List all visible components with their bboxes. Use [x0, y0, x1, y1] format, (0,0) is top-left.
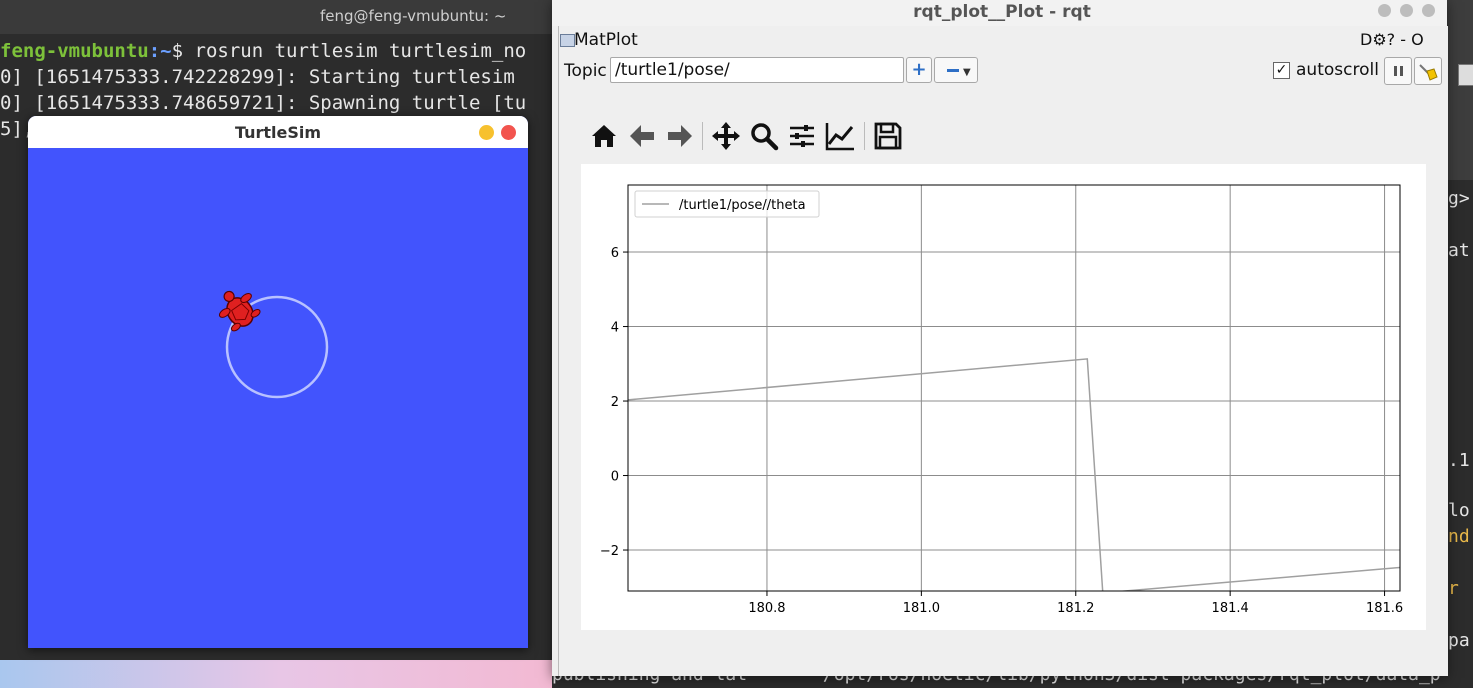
terminal-fragment: pa [1448, 630, 1470, 651]
terminal-titlebar[interactable]: feng@feng-vmubuntu: ~ [0, 0, 560, 34]
prompt-path: :~ [148, 40, 172, 62]
terminal-fragment: nd [1448, 526, 1470, 547]
line-chart: 180.8 181.0 181.2 181.4 181.6 −2 0 2 4 6/turtle1/… [600, 184, 1403, 616]
turtlesim-title: TurtleSim [234, 123, 322, 142]
pause-icon [1394, 66, 1397, 76]
extra-button[interactable] [1458, 64, 1473, 86]
back-arrow-icon[interactable] [626, 120, 658, 152]
legend-label: /turtle1/pose//theta [679, 198, 806, 213]
prompt-user: feng-vmubuntu [0, 40, 149, 62]
plugin-title: MatPlot [574, 30, 638, 50]
save-icon[interactable] [872, 120, 904, 152]
maximize-button[interactable] [1400, 4, 1413, 17]
terminal-command: rosrun turtlesim turtlesim_no [194, 40, 527, 62]
topic-label: Topic [564, 61, 607, 81]
close-button[interactable] [501, 125, 516, 140]
axes-frame [627, 184, 1401, 592]
broom-icon [1419, 64, 1438, 81]
turtlesim-canvas [218, 290, 329, 399]
autoscroll-checkbox[interactable]: ✓ [1273, 62, 1290, 79]
pause-button[interactable] [1384, 57, 1412, 85]
terminal-fragment: g> [1448, 188, 1470, 209]
y-tick-label: 6 [611, 246, 619, 261]
terminal-fragment: r [1448, 578, 1459, 599]
chevron-down-icon: ▼ [963, 67, 971, 78]
minimize-button[interactable] [1378, 4, 1391, 17]
terminal-fragment: at [1448, 240, 1470, 261]
turtlesim-window[interactable]: TurtleSim [28, 116, 528, 648]
x-tick-label: 181.6 [1366, 601, 1403, 616]
pause-icon [1400, 66, 1403, 76]
plot-canvas[interactable]: 180.8 181.0 181.2 181.4 181.6 −2 0 2 4 6/turtle1/… [581, 164, 1426, 630]
axes-edit-icon[interactable] [824, 120, 856, 152]
desktop-wallpaper [0, 660, 560, 688]
prompt-symbol: $ [171, 40, 195, 62]
clear-button[interactable] [1414, 57, 1442, 85]
toolbar-separator [864, 122, 865, 150]
turtle-icon [218, 290, 261, 332]
rqt-title: rqt_plot__Plot - rqt [913, 2, 1091, 22]
rqt-titlebar[interactable]: rqt_plot__Plot - rqt [552, 0, 1447, 26]
minus-icon [947, 69, 959, 72]
terminal-fragment: lo [1448, 500, 1470, 521]
terminal-line: 0] [1651475333.748659721]: Spawning turt… [0, 92, 527, 114]
y-tick-label: −2 [600, 544, 619, 559]
x-tick-label: 180.8 [748, 601, 785, 616]
home-icon[interactable] [588, 120, 620, 152]
plugin-controls[interactable]: D⚙? - O [1360, 30, 1424, 49]
y-tick-label: 4 [611, 321, 619, 336]
terminal-title: feng@feng-vmubuntu: ~ [320, 7, 507, 25]
toolbar-separator [702, 122, 703, 150]
remove-topic-button[interactable]: ▼ [934, 57, 978, 83]
forward-arrow-icon[interactable] [664, 120, 696, 152]
topic-input[interactable] [610, 57, 904, 83]
rqt-window[interactable]: rqt_plot__Plot - rqt MatPlot D⚙? - O Top… [552, 0, 1473, 676]
turtlesim-titlebar[interactable]: TurtleSim [28, 116, 528, 148]
add-topic-button[interactable]: + [906, 57, 932, 83]
x-tick-label: 181.4 [1212, 601, 1249, 616]
window-icon [560, 34, 575, 47]
terminal-line: 0] [1651475333.742228299]: Starting turt… [0, 66, 515, 88]
y-tick-label: 0 [611, 470, 619, 485]
close-button[interactable] [1422, 4, 1435, 17]
pan-icon[interactable] [710, 120, 742, 152]
terminal-fragment: .1 [1448, 450, 1470, 471]
y-tick-label: 2 [611, 395, 619, 410]
autoscroll-label: autoscroll [1296, 60, 1379, 80]
zoom-icon[interactable] [748, 120, 780, 152]
x-tick-label: 181.0 [903, 601, 940, 616]
x-tick-label: 181.2 [1057, 601, 1094, 616]
minimize-button[interactable] [479, 125, 494, 140]
subplots-config-icon[interactable] [786, 120, 818, 152]
